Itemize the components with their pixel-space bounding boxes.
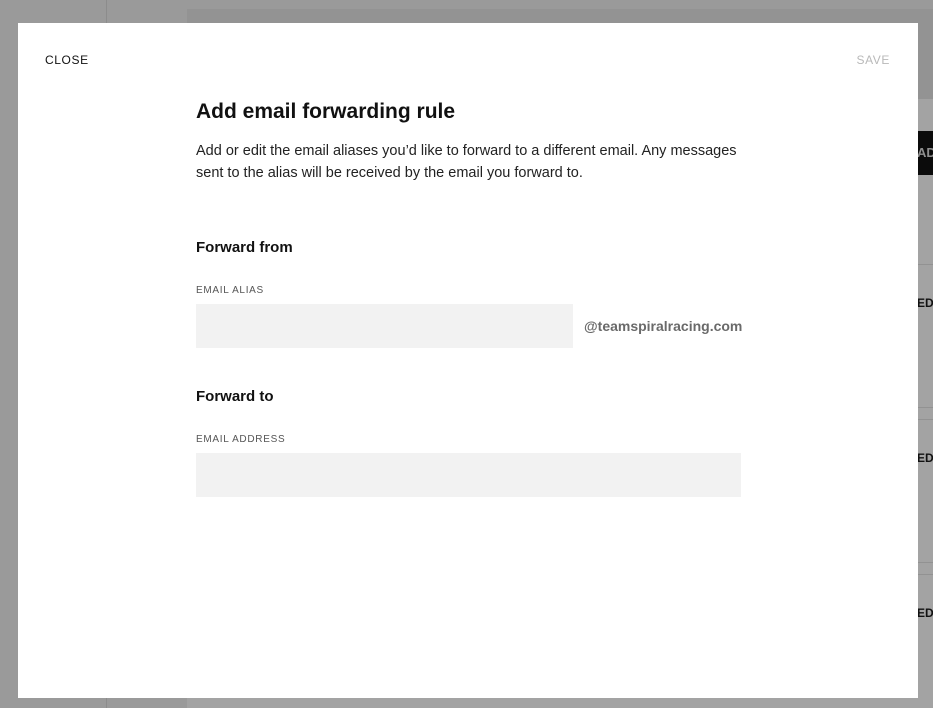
modal-content: Add email forwarding rule Add or edit th… [196,97,742,497]
domain-suffix: @teamspiralracing.com [584,318,743,334]
close-button[interactable]: CLOSE [45,53,89,67]
email-alias-input[interactable] [196,304,573,348]
modal-description: Add or edit the email aliases you’d like… [196,143,737,181]
email-forwarding-modal: CLOSE SAVE Add email forwarding rule Add… [18,23,918,698]
email-address-label: EMAIL ADDRESS [196,434,286,445]
email-alias-row: @teamspiralracing.com [196,304,742,348]
email-alias-label: EMAIL ALIAS [196,285,264,296]
forward-from-heading: Forward from [196,239,293,256]
email-address-input[interactable] [196,453,741,497]
save-button[interactable]: SAVE [856,53,890,67]
forward-to-heading: Forward to [196,388,274,405]
modal-title: Add email forwarding rule [196,100,456,123]
